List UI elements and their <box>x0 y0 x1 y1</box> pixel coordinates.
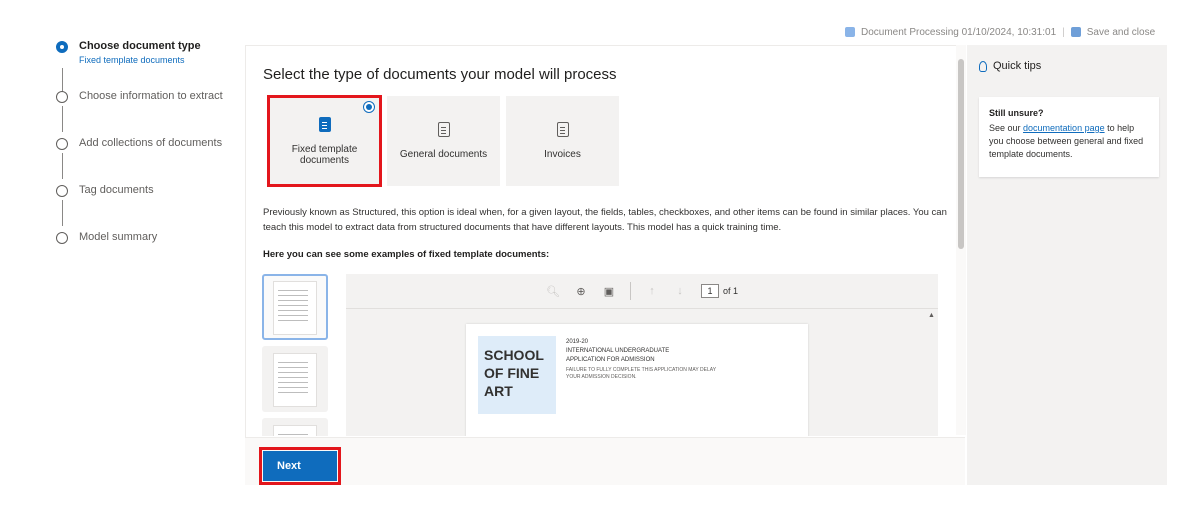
step-current-icon <box>56 41 68 53</box>
tip-body: See our documentation page to help you c… <box>989 122 1149 161</box>
document-header: 2019-20 INTERNATIONAL UNDERGRADUATE APPL… <box>566 338 726 381</box>
arrow-up-icon[interactable]: ↑ <box>645 285 659 297</box>
viewer-toolbar: 🔍︎ ⊕ ▣ ↑ ↓ 1 of 1 <box>346 274 938 308</box>
status-text: Document Processing 01/10/2024, 10:31:01 <box>861 26 1057 38</box>
step-label: Choose information to extract <box>79 90 223 102</box>
tip-text: See our <box>989 123 1024 133</box>
tip-title: Still unsure? <box>989 108 1044 118</box>
step-connector <box>62 106 63 132</box>
quick-tips-title: Quick tips <box>993 60 1042 72</box>
example-thumbnail[interactable] <box>262 346 328 412</box>
step-choose-information[interactable]: Choose information to extract <box>55 90 223 132</box>
thumbnail-page <box>273 281 317 335</box>
viewer-divider <box>346 308 938 309</box>
step-label: Add collections of documents <box>79 137 223 149</box>
option-invoices[interactable]: Invoices <box>506 96 619 186</box>
document-year: 2019-20 <box>566 339 589 345</box>
viewer-scrollbar[interactable]: ▲ <box>928 312 936 432</box>
next-button[interactable]: Next <box>259 447 341 485</box>
zoom-out-icon[interactable]: 🔍︎ <box>546 285 560 298</box>
document-line: INTERNATIONAL UNDERGRADUATE <box>566 348 670 354</box>
document-lines-icon <box>437 122 450 137</box>
scroll-up-icon[interactable]: ▲ <box>928 312 936 319</box>
zoom-in-icon[interactable]: ⊕ <box>574 285 588 298</box>
option-label: Invoices <box>544 149 581 160</box>
step-pending-icon <box>56 138 68 150</box>
document-logo: SCHOOL OF FINE ART <box>478 336 556 414</box>
example-thumbnail[interactable] <box>262 274 328 340</box>
step-label: Model summary <box>79 231 158 243</box>
step-connector <box>62 153 63 179</box>
thumbnail-page <box>273 353 317 407</box>
examples-heading: Here you can see some examples of fixed … <box>263 249 550 260</box>
document-line: APPLICATION FOR ADMISSION <box>566 357 655 363</box>
step-tag-documents[interactable]: Tag documents <box>55 184 154 226</box>
quick-tips-panel: Quick tips Still unsure? See our documen… <box>967 45 1167 485</box>
arrow-down-icon[interactable]: ↓ <box>673 285 687 297</box>
step-model-summary[interactable]: Model summary <box>55 231 158 244</box>
option-label: Fixed template documents <box>291 143 358 166</box>
step-pending-icon <box>56 91 68 103</box>
document-icon <box>318 116 331 132</box>
main-panel: Select the type of documents your model … <box>245 45 965 485</box>
step-choose-document-type[interactable]: Choose document type Fixed template docu… <box>55 40 201 98</box>
page-title: Select the type of documents your model … <box>263 66 617 83</box>
quick-tips-header: Quick tips <box>979 60 1041 72</box>
scrollbar-thumb[interactable] <box>958 59 964 249</box>
step-pending-icon <box>56 185 68 197</box>
save-icon[interactable] <box>1070 27 1081 37</box>
document-preview-page: SCHOOL OF FINE ART 2019-20 INTERNATIONAL… <box>466 324 808 436</box>
document-viewer: 🔍︎ ⊕ ▣ ↑ ↓ 1 of 1 SCHOOL OF FINE ART 201… <box>346 274 938 436</box>
option-label: General documents <box>399 149 488 160</box>
step-pending-icon <box>56 232 68 244</box>
step-label: Choose document type <box>79 40 201 52</box>
fit-page-icon[interactable]: ▣ <box>602 285 616 298</box>
divider: | <box>1062 26 1065 38</box>
option-general-documents[interactable]: General documents <box>387 96 500 186</box>
thumbnail-page <box>273 425 317 436</box>
main-scrollbar[interactable] <box>956 45 966 435</box>
invoice-icon <box>556 122 569 137</box>
document-note: FAILURE TO FULLY COMPLETE THIS APPLICATI… <box>566 367 716 380</box>
page-count: of 1 <box>722 286 738 296</box>
save-and-close-link[interactable]: Save and close <box>1087 27 1155 38</box>
lightbulb-icon <box>979 60 987 72</box>
step-label: Tag documents <box>79 184 154 196</box>
document-type-options: Fixed template documents General documen… <box>267 95 619 187</box>
toolbar-divider <box>629 282 631 300</box>
top-status-bar: Document Processing 01/10/2024, 10:31:01… <box>845 24 1185 40</box>
document-processing-icon <box>845 27 855 37</box>
tip-card: Still unsure? See our documentation page… <box>979 97 1159 177</box>
example-thumbnail[interactable] <box>262 418 328 436</box>
step-sublabel: Fixed template documents <box>79 55 185 65</box>
example-thumbnails <box>262 274 330 436</box>
page-number-input[interactable]: 1 <box>700 284 719 298</box>
step-add-collections[interactable]: Add collections of documents <box>55 137 223 179</box>
radio-selected-icon <box>363 101 375 113</box>
step-connector <box>62 200 63 226</box>
option-description: Previously known as Structured, this opt… <box>263 207 947 233</box>
documentation-link[interactable]: documentation page <box>1023 123 1105 133</box>
footer-bar: Next <box>245 437 965 485</box>
option-fixed-template-documents[interactable]: Fixed template documents <box>267 95 382 187</box>
